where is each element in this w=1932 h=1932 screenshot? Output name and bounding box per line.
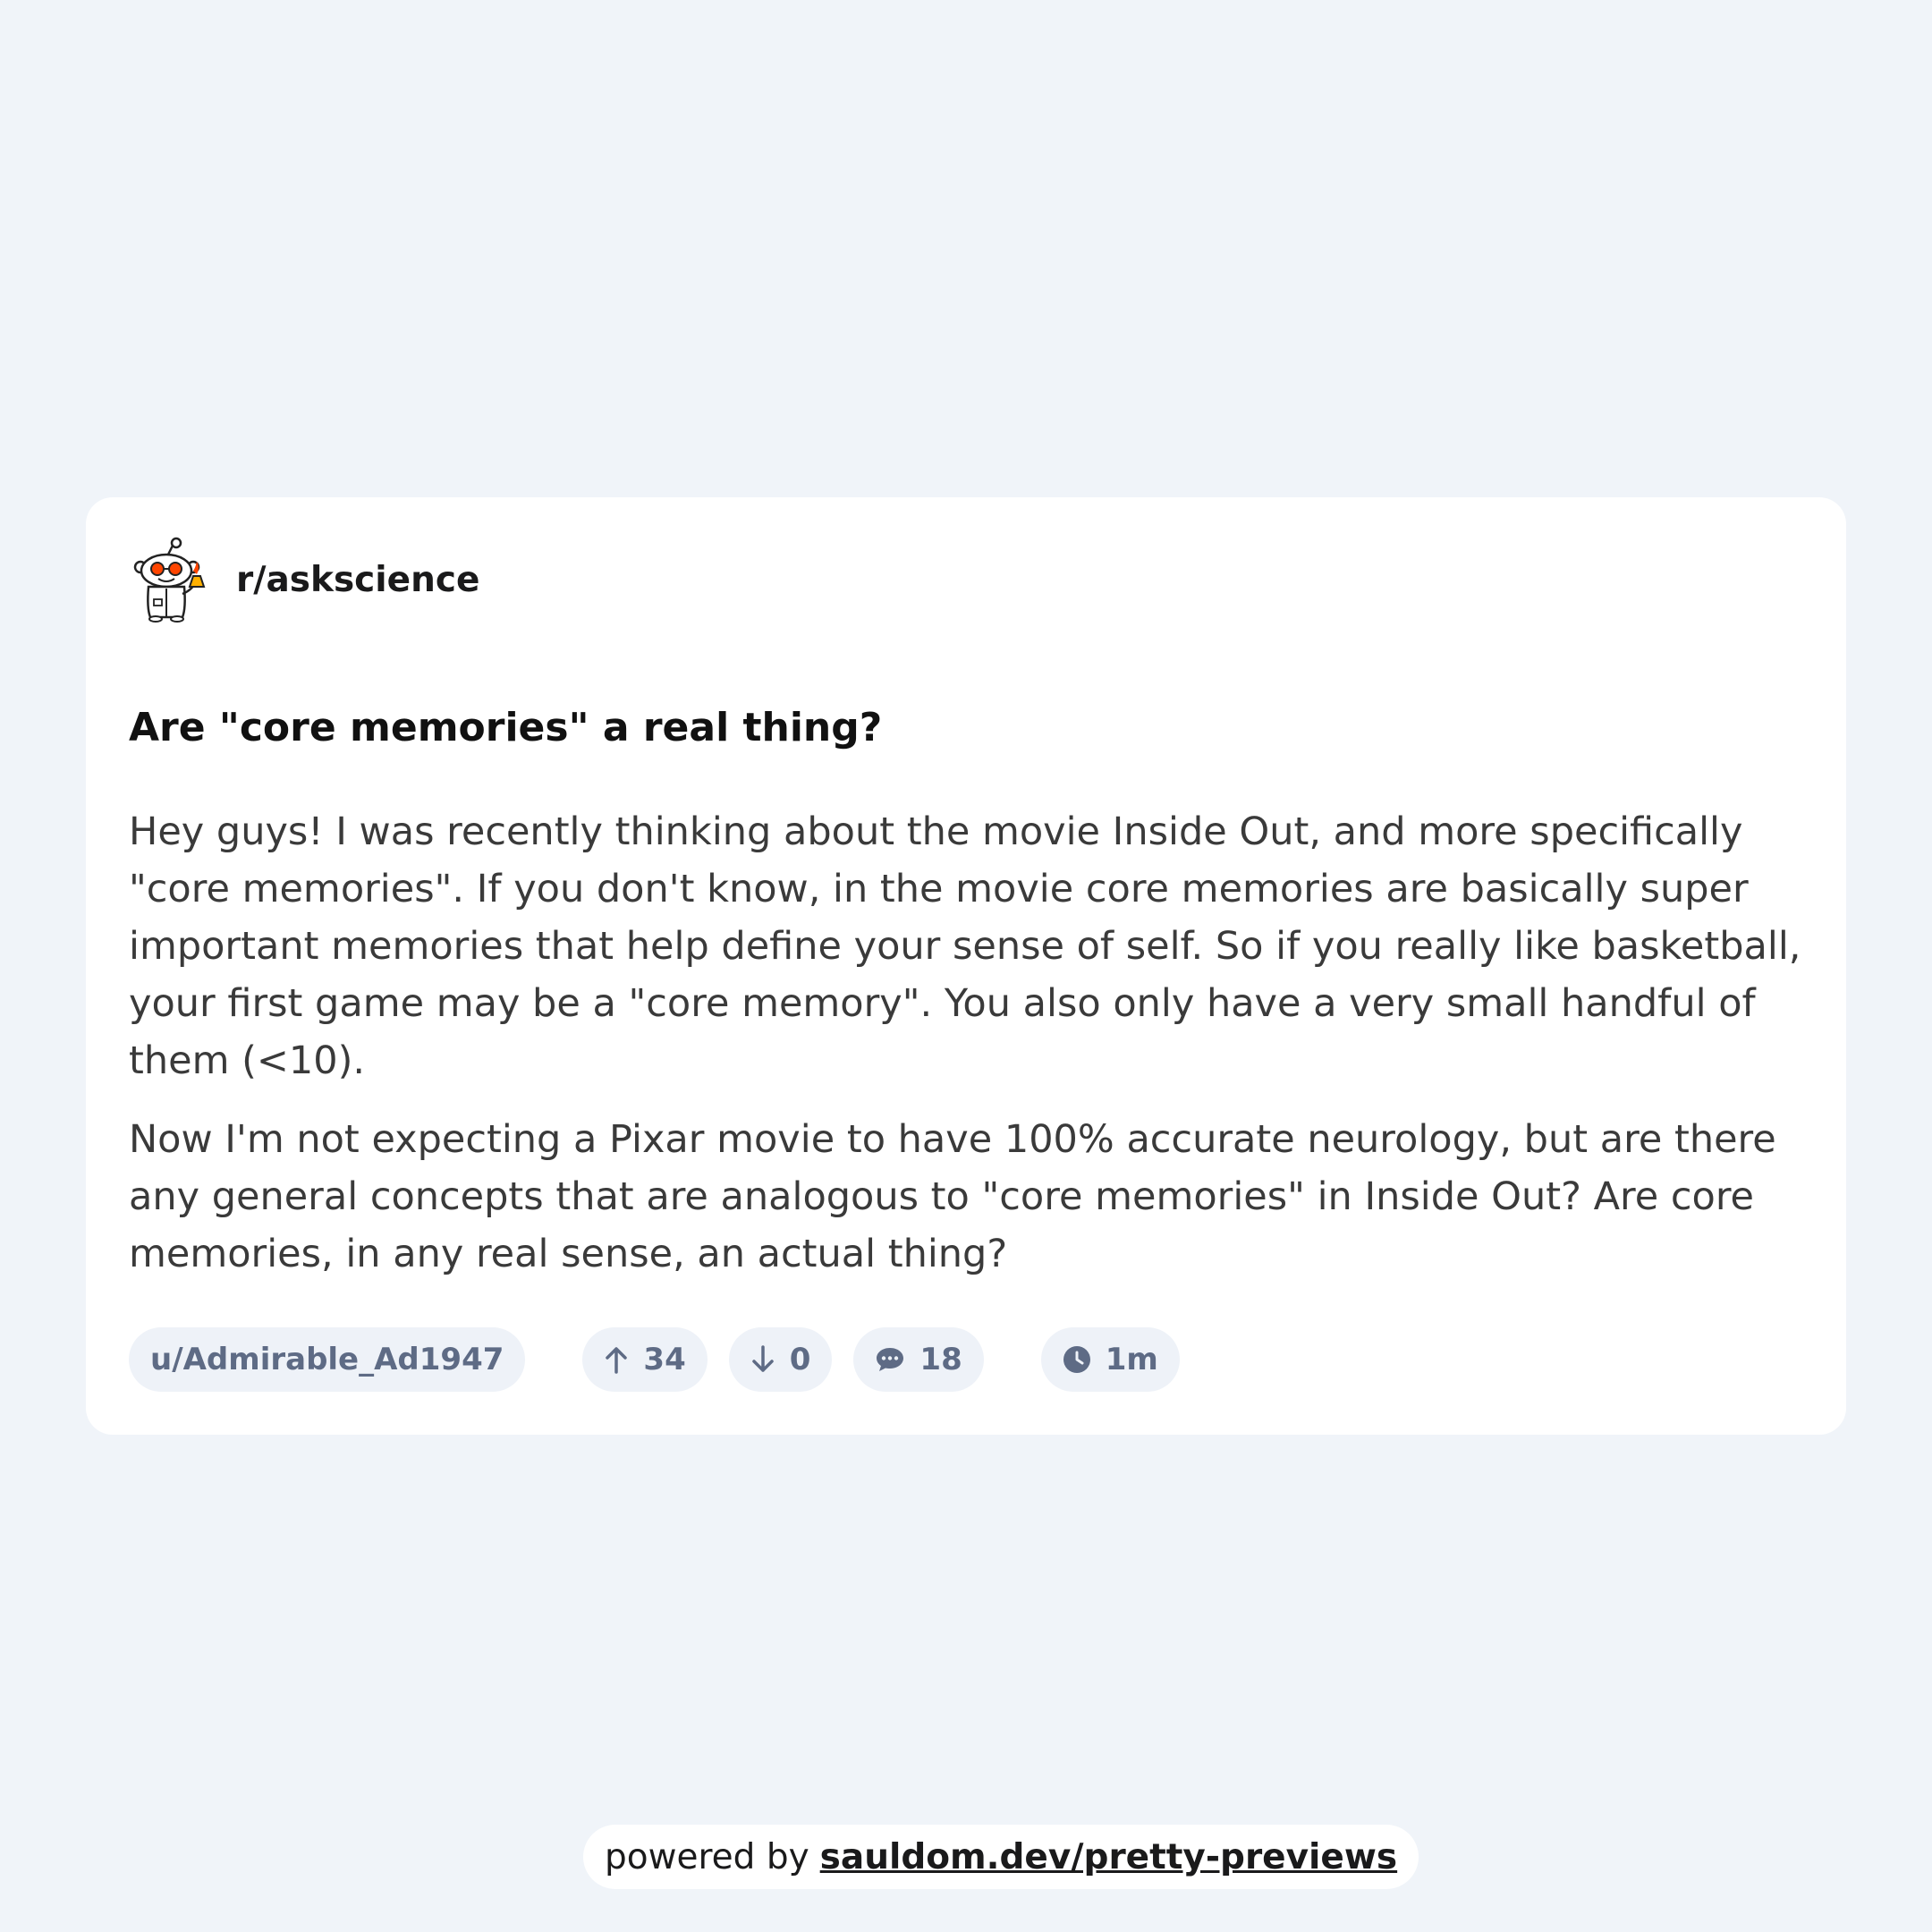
subreddit-header[interactable]: r/askscience bbox=[129, 537, 479, 623]
author-pill[interactable]: u/Admirable_Ad1947 bbox=[129, 1327, 526, 1392]
author-name: u/Admirable_Ad1947 bbox=[150, 1342, 504, 1377]
reddit-snoo-scientist-icon bbox=[133, 537, 206, 623]
post-age: 1m bbox=[1105, 1342, 1158, 1377]
arrow-down-icon bbox=[751, 1345, 774, 1372]
post-body: Hey guys! I was recently thinking about … bbox=[129, 803, 1810, 1304]
downvote-count: 0 bbox=[789, 1342, 811, 1377]
upvote-count: 34 bbox=[643, 1342, 686, 1377]
post-body-paragraph: Now I'm not expecting a Pixar movie to h… bbox=[129, 1117, 1776, 1276]
post-card: r/askscience Are "core memories" a real … bbox=[86, 497, 1846, 1435]
upvote-pill[interactable]: 34 bbox=[582, 1327, 708, 1392]
post-meta: u/Admirable_Ad1947 34 0 18 1m bbox=[129, 1327, 1201, 1392]
subreddit-name[interactable]: r/askscience bbox=[236, 560, 479, 600]
comments-pill[interactable]: 18 bbox=[853, 1327, 984, 1392]
footer-prefix: powered by bbox=[605, 1836, 809, 1877]
comment-bubble-icon bbox=[877, 1348, 904, 1371]
post-title[interactable]: Are "core memories" a real thing? bbox=[129, 705, 882, 750]
powered-by-footer: powered by sauldom.dev/pretty-previews bbox=[583, 1825, 1419, 1889]
arrow-up-icon bbox=[606, 1347, 628, 1374]
clock-icon bbox=[1063, 1346, 1090, 1373]
age-pill: 1m bbox=[1040, 1327, 1180, 1392]
post-body-paragraph: Hey guys! I was recently thinking about … bbox=[129, 809, 1801, 1083]
downvote-pill[interactable]: 0 bbox=[728, 1327, 833, 1392]
comment-count: 18 bbox=[919, 1342, 962, 1377]
footer-link[interactable]: sauldom.dev/pretty-previews bbox=[820, 1837, 1397, 1877]
